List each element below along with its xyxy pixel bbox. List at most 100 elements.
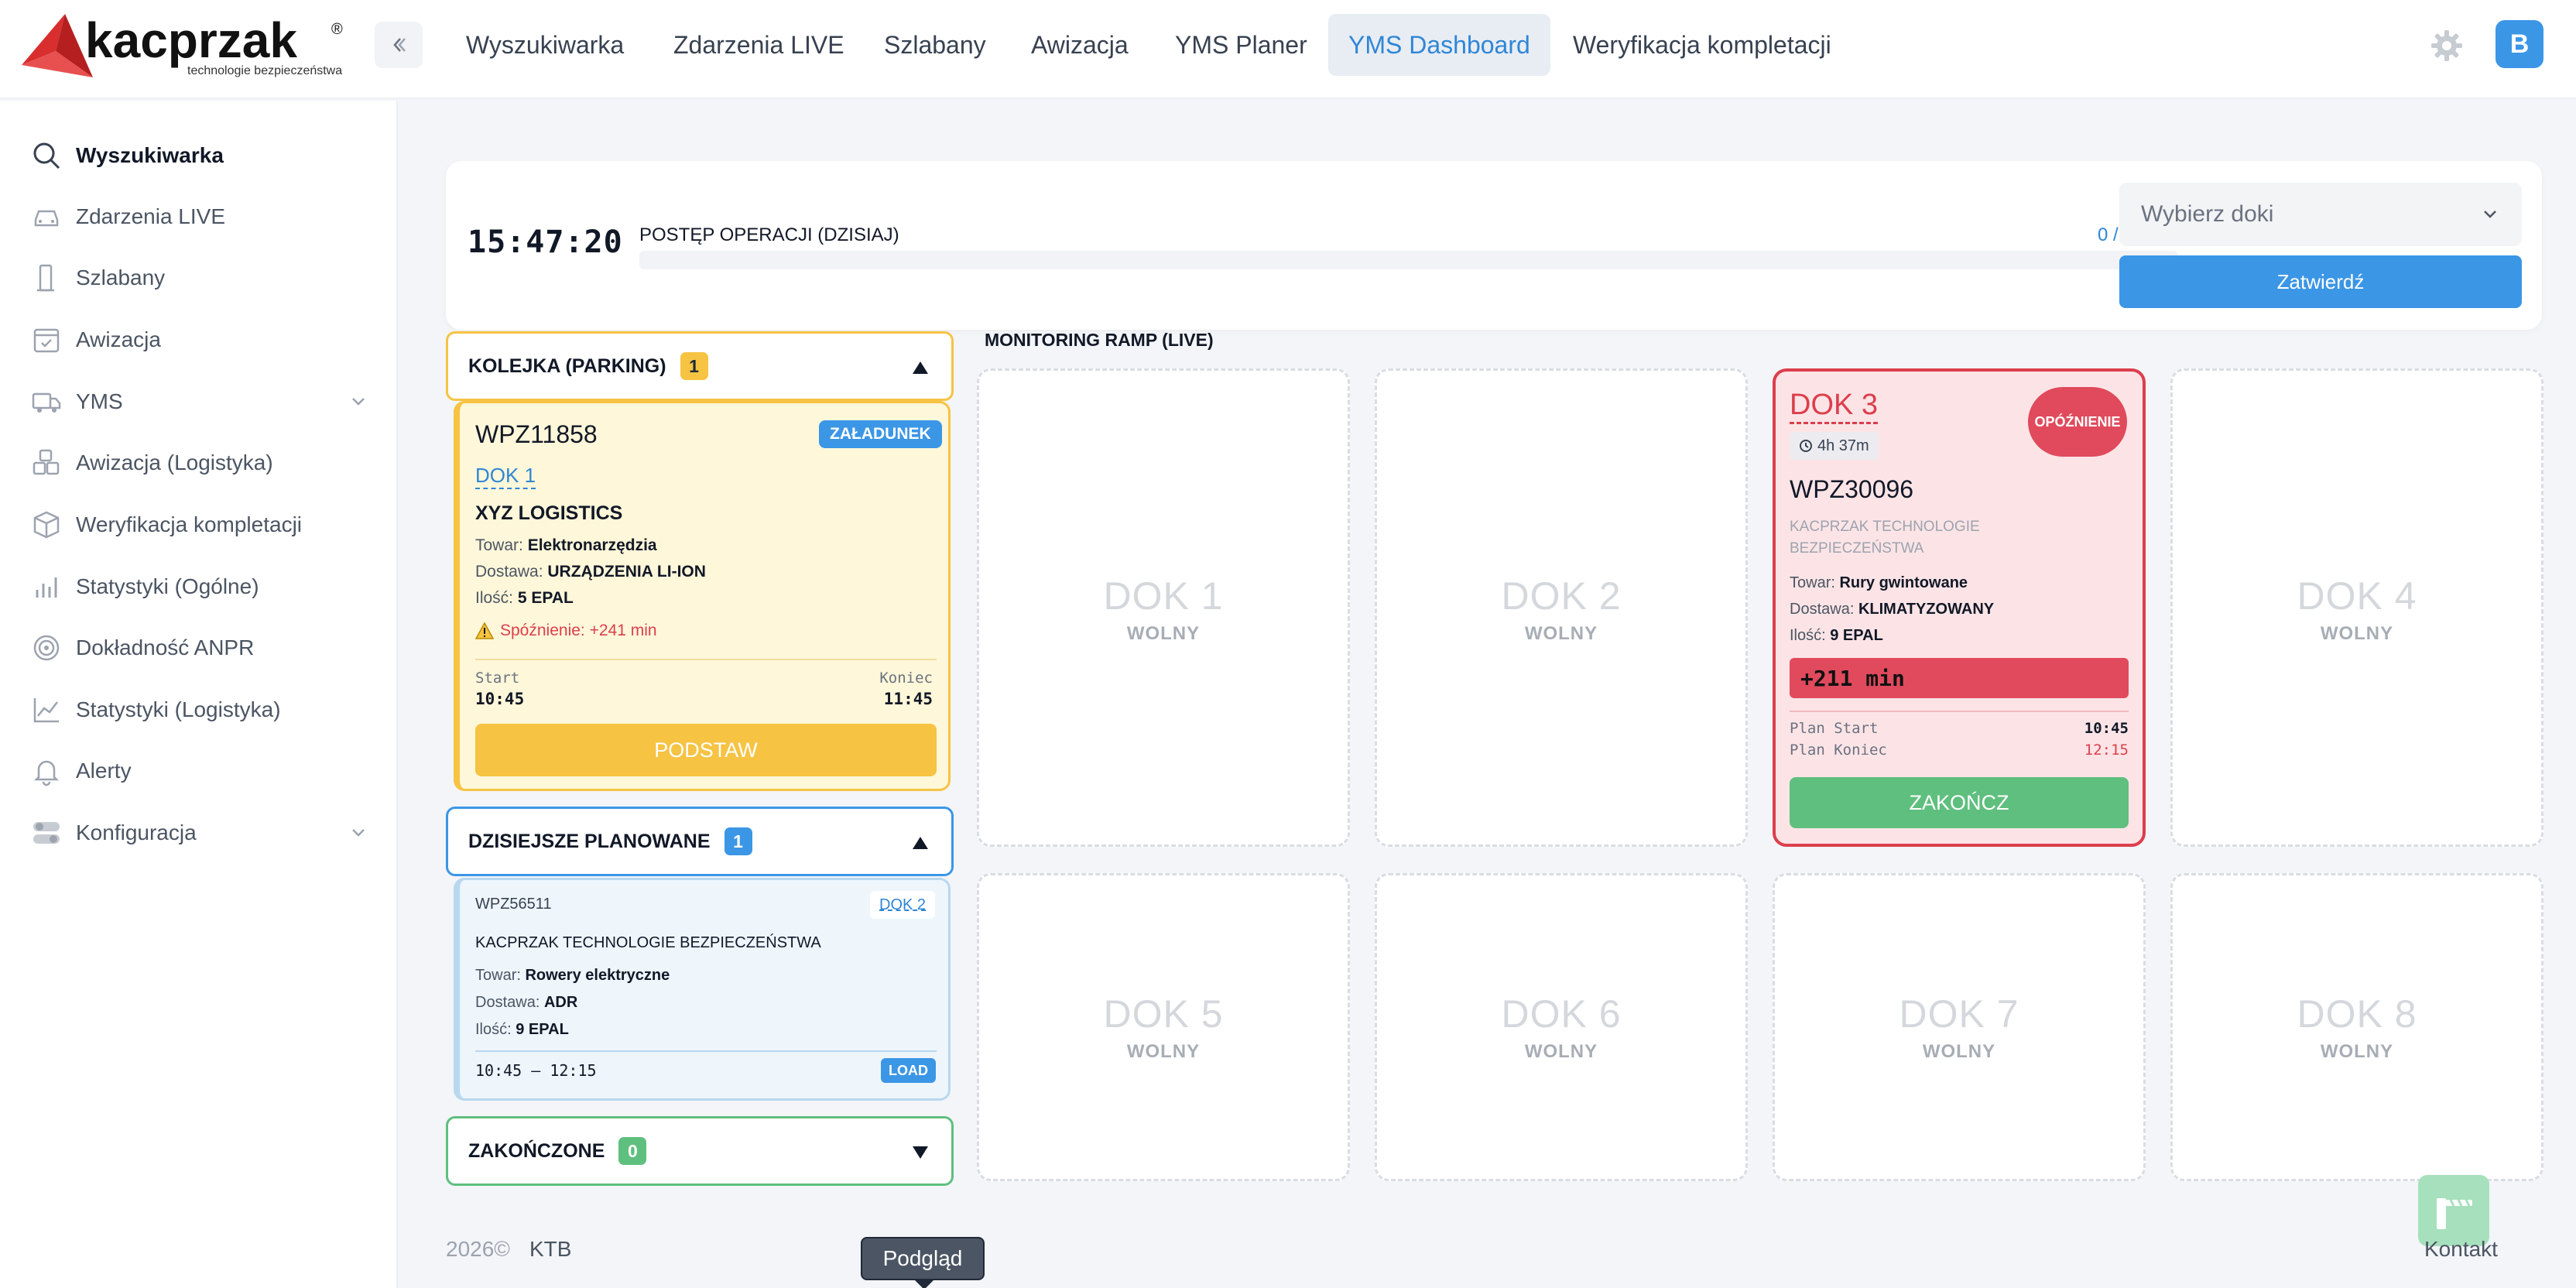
delivery-label: Dostawa: <box>475 563 543 581</box>
planned-card-company: KACPRZAK TECHNOLOGIE BEZPIECZEŃSTWA <box>475 934 821 951</box>
active-dock-company-line1: KACPRZAK TECHNOLOGIE <box>1790 519 1980 535</box>
completed-panel-header[interactable]: ZAKOŃCZONE 0 <box>446 1116 954 1186</box>
dock-tile[interactable]: DOK 1 WOLNY <box>977 368 1350 847</box>
topnav-yms-planer[interactable]: YMS Planer <box>1155 14 1327 76</box>
queue-panel-header[interactable]: KOLEJKA (PARKING) 1 <box>446 331 954 401</box>
sidebar-item-label: Dokładność ANPR <box>76 635 255 659</box>
dock-tile-active[interactable]: DOK 3 OPÓŹNIENIE 4h 37m WPZ30096 KACPRZA… <box>1773 368 2146 847</box>
progress-label: POSTĘP OPERACJI (DZISIAJ) <box>639 224 899 245</box>
bell-icon <box>29 754 63 788</box>
qty-value: 9 EPAL <box>516 1021 569 1038</box>
start-time: 10:45 <box>475 690 525 708</box>
sidebar-item-konfiguracja[interactable]: Konfiguracja <box>0 806 398 860</box>
planned-panel-header[interactable]: DZISIEJSZE PLANOWANE 1 <box>446 807 954 876</box>
collapse-sidebar-button[interactable] <box>375 22 423 68</box>
topnav-szlabany[interactable]: Szlabany <box>864 14 1006 76</box>
user-avatar[interactable]: B <box>2496 20 2543 68</box>
dock-select[interactable]: Wybierz doki <box>2119 183 2522 246</box>
topnav-weryfikacja-kompletacji[interactable]: Weryfikacja kompletacji <box>1553 14 1852 76</box>
goods-value: Elektronarzędzia <box>527 536 657 554</box>
delay-status-badge: OPÓŹNIENIE <box>2028 387 2127 457</box>
completed-count-badge: 0 <box>618 1137 647 1165</box>
dock-tile[interactable]: DOK 8 WOLNY <box>2170 873 2543 1181</box>
progress-bar <box>639 251 2178 269</box>
divider <box>475 659 937 660</box>
dock-tile[interactable]: DOK 6 WOLNY <box>1375 873 1748 1181</box>
qty-label: Ilość: <box>475 1021 512 1038</box>
boxes-icon <box>29 446 63 480</box>
queue-card-dock-link[interactable]: DOK 1 <box>475 464 536 489</box>
queue-card-company: XYZ LOGISTICS <box>475 502 623 524</box>
planned-card-dock-link[interactable]: DOK 2 <box>870 891 936 919</box>
sidebar-item-weryfikacja-kompletacji[interactable]: Weryfikacja kompletacji <box>0 498 398 552</box>
topnav-wyszukiwarka[interactable]: Wyszukiwarka <box>446 14 644 76</box>
dock-tile[interactable]: DOK 5 WOLNY <box>977 873 1350 1181</box>
sidebar-item-yms[interactable]: YMS <box>0 375 398 429</box>
dock-status: WOLNY <box>1922 1041 1996 1062</box>
delivery-value: KLIMATYZOWANY <box>1858 601 1995 618</box>
divider <box>475 1050 937 1052</box>
dock-status: WOLNY <box>2320 623 2394 644</box>
sidebar-item-alerty[interactable]: Alerty <box>0 744 398 798</box>
delivery-value: URZĄDZENIA LI-ION <box>547 563 706 581</box>
dock-tile[interactable]: DOK 7 WOLNY <box>1773 873 2146 1181</box>
goods-label: Towar: <box>475 967 521 984</box>
brand-registered: ® <box>331 21 343 38</box>
topnav-awizacja[interactable]: Awizacja <box>1011 14 1149 76</box>
dock-status: WOLNY <box>1524 1041 1598 1062</box>
target-icon <box>29 631 63 665</box>
plan-start-label: Plan Start <box>1790 720 1879 737</box>
topnav-zdarzenia-live[interactable]: Zdarzenia LIVE <box>653 14 865 76</box>
planned-card-plate: WPZ56511 <box>475 896 552 913</box>
planned-card[interactable]: WPZ56511 DOK 2 KACPRZAK TECHNOLOGIE BEZP… <box>454 878 951 1101</box>
sidebar-item-statystyki-logistyka[interactable]: Statystyki (Logistyka) <box>0 683 398 737</box>
settings-button[interactable] <box>2424 23 2469 68</box>
queue-count-badge: 1 <box>680 352 708 380</box>
queue-panel-title: KOLEJKA (PARKING) <box>468 355 666 377</box>
brand-tagline: technologie bezpieczeństwa <box>187 64 342 77</box>
queue-card-plate: WPZ11858 <box>475 420 598 448</box>
footer-company-link[interactable]: KTB <box>529 1237 571 1262</box>
assign-dock-button[interactable]: PODSTAW <box>475 724 937 776</box>
sidebar-item-statystyki-ogolne[interactable]: Statystyki (Ogólne) <box>0 560 398 614</box>
dock-name: DOK 1 <box>1103 574 1224 618</box>
goods-value: Rowery elektryczne <box>525 967 670 984</box>
sidebar-item-awizacja-logistyka[interactable]: Awizacja (Logistyka) <box>0 436 398 490</box>
sidebar-item-label: Awizacja (Logistyka) <box>76 450 273 474</box>
delivery-label: Dostawa: <box>475 994 540 1011</box>
live-clock: 15:47:20 <box>468 224 623 260</box>
finish-button[interactable]: ZAKOŃCZ <box>1790 777 2129 828</box>
gear-icon <box>2431 30 2462 61</box>
collapse-up-icon <box>913 837 928 849</box>
sidebar-item-dokladnosc-anpr[interactable]: Dokładność ANPR <box>0 621 398 675</box>
confirm-button[interactable]: Zatwierdź <box>2119 255 2522 308</box>
sidebar-item-zdarzenia-live[interactable]: Zdarzenia LIVE <box>0 190 398 244</box>
search-icon <box>29 139 63 173</box>
barrier-quick-button[interactable] <box>2418 1175 2489 1246</box>
dock-status: WOLNY <box>1126 1041 1201 1062</box>
footer-contact-link[interactable]: Kontakt <box>2424 1237 2498 1262</box>
sidebar-item-awizacja[interactable]: Awizacja <box>0 313 398 367</box>
dock-select-placeholder: Wybierz doki <box>2141 201 2274 227</box>
delivery-value: ADR <box>543 994 578 1011</box>
plan-start-time: 10:45 <box>2084 720 2129 737</box>
truck-icon <box>29 385 63 419</box>
dock-tile[interactable]: DOK 2 WOLNY <box>1375 368 1748 847</box>
brand-name: kacprzak <box>85 14 297 68</box>
sidebar: Wyszukiwarka Zdarzenia LIVE Szlabany Awi… <box>0 101 398 1288</box>
active-dock-name[interactable]: DOK 3 <box>1790 389 1879 424</box>
sidebar-item-szlabany[interactable]: Szlabany <box>0 251 398 305</box>
dock-name: DOK 8 <box>2297 992 2417 1036</box>
clock-icon <box>1800 440 1812 452</box>
topnav-yms-dashboard[interactable]: YMS Dashboard <box>1328 14 1550 76</box>
dock-tile[interactable]: DOK 4 WOLNY <box>2170 368 2543 847</box>
queue-card[interactable]: WPZ11858 ZAŁADUNEK DOK 1 XYZ LOGISTICS T… <box>454 401 951 791</box>
sidebar-item-label: Awizacja <box>76 327 161 351</box>
active-dock-company-line2: BEZPIECZEŃSTWA <box>1790 540 1924 557</box>
warning-icon <box>475 622 494 639</box>
dock-name: DOK 6 <box>1501 992 1622 1036</box>
brand-logo[interactable]: kacprzak ® technologie bezpieczeństwa <box>19 12 351 79</box>
divider <box>1790 711 2129 712</box>
sidebar-item-wyszukiwarka[interactable]: Wyszukiwarka <box>0 128 398 183</box>
dock-name: DOK 4 <box>2297 574 2417 618</box>
